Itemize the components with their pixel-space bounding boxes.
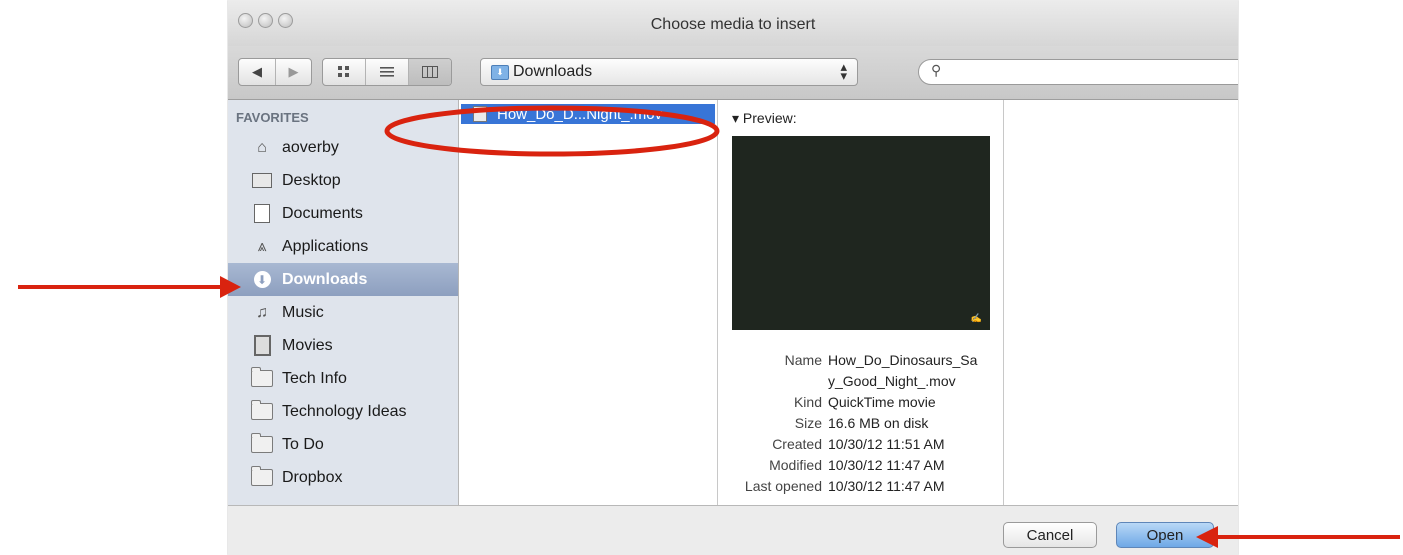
info-row-modified: Modified 10/30/12 11:47 AM bbox=[718, 455, 1003, 476]
updown-arrows-icon: ▴ ▾ bbox=[840, 59, 847, 83]
back-forward-control: ◀ ▶ bbox=[238, 58, 312, 86]
home-icon: ⌂ bbox=[257, 138, 267, 156]
forward-arrow-icon: ▶ bbox=[288, 64, 299, 79]
info-key: Name bbox=[784, 352, 822, 368]
sidebar-item-aoverby[interactable]: ⌂ aoverby bbox=[228, 131, 458, 164]
info-key: Last opened bbox=[744, 478, 822, 494]
sidebar-item-applications[interactable]: ⩓ Applications bbox=[228, 230, 458, 263]
sidebar-item-label: Music bbox=[282, 303, 324, 321]
view-mode-control bbox=[322, 58, 452, 86]
watermark-icon: ✍ bbox=[970, 313, 982, 323]
downloads-folder-icon: ⬇ bbox=[491, 65, 509, 80]
sidebar-item-label: Tech Info bbox=[282, 369, 347, 387]
sidebar-item-label: Documents bbox=[282, 204, 363, 222]
info-value: 10/30/12 11:51 AM bbox=[828, 436, 945, 452]
sidebar-item-to-do[interactable]: To Do bbox=[228, 428, 458, 461]
video-thumbnail: ✍ bbox=[732, 136, 990, 330]
cancel-button[interactable]: Cancel bbox=[1003, 522, 1097, 548]
info-row-name: Name How_Do_Dinosaurs_Sa y_Good_Night_.m… bbox=[718, 350, 1003, 392]
info-key: Created bbox=[772, 436, 822, 452]
button-bar: Cancel Open bbox=[228, 505, 1238, 555]
disclosure-triangle-icon: ▾ bbox=[732, 110, 740, 126]
file-info: Name How_Do_Dinosaurs_Sa y_Good_Night_.m… bbox=[718, 350, 1003, 497]
info-value: 10/30/12 11:47 AM bbox=[828, 457, 945, 473]
sidebar-item-label: aoverby bbox=[282, 138, 339, 156]
sidebar-item-label: Applications bbox=[282, 237, 369, 255]
info-value: How_Do_Dinosaurs_Sa y_Good_Night_.mov bbox=[828, 352, 978, 389]
icon-view-icon bbox=[338, 66, 349, 77]
preview-disclosure[interactable]: ▾ Preview: bbox=[732, 110, 797, 127]
search-field[interactable]: ⚲ bbox=[918, 59, 1238, 85]
info-key: Size bbox=[794, 415, 822, 431]
sidebar-item-label: Desktop bbox=[282, 171, 341, 189]
sidebar-item-music[interactable]: ♫ Music bbox=[228, 296, 458, 329]
folder-icon bbox=[250, 466, 274, 488]
preview-label: Preview: bbox=[742, 110, 797, 126]
sidebar-item-dropbox[interactable]: Dropbox bbox=[228, 461, 458, 494]
file-row[interactable]: How_Do_D...Night_.mov bbox=[461, 104, 715, 124]
sidebar-item-documents[interactable]: Documents bbox=[228, 197, 458, 230]
icon-view-button[interactable] bbox=[323, 59, 366, 85]
column-view-icon bbox=[422, 66, 438, 78]
info-row-kind: Kind QuickTime movie bbox=[718, 392, 1003, 413]
info-key: Kind bbox=[793, 394, 822, 410]
sidebar-item-downloads[interactable]: ⬇ Downloads bbox=[228, 263, 458, 296]
back-button[interactable]: ◀ bbox=[239, 59, 276, 85]
toolbar: ◀ ▶ ⬇ Downloads ▴ ▾ ⚲ bbox=[228, 46, 1238, 100]
info-value: 10/30/12 11:47 AM bbox=[828, 478, 945, 494]
info-value: QuickTime movie bbox=[828, 394, 936, 410]
movies-icon bbox=[250, 335, 274, 356]
folder-icon bbox=[250, 400, 274, 422]
downloads-icon: ⬇ bbox=[250, 270, 274, 290]
sidebar-item-label: Downloads bbox=[282, 270, 368, 288]
info-key: Modified bbox=[769, 457, 822, 473]
file-name: How_Do_D...Night_.mov bbox=[497, 105, 663, 123]
info-value: 16.6 MB on disk bbox=[828, 415, 929, 431]
info-row-last-opened: Last opened 10/30/12 11:47 AM bbox=[718, 476, 1003, 497]
sidebar-item-label: To Do bbox=[282, 435, 324, 453]
sidebar-item-tech-info[interactable]: Tech Info bbox=[228, 362, 458, 395]
folder-icon bbox=[250, 367, 274, 389]
sidebar-item-desktop[interactable]: Desktop bbox=[228, 164, 458, 197]
window-title: Choose media to insert bbox=[650, 16, 816, 33]
location-popup[interactable]: ⬇ Downloads ▴ ▾ bbox=[480, 58, 858, 86]
sidebar-item-label: Movies bbox=[282, 336, 333, 354]
file-chooser-dialog: Choose media to insert ◀ ▶ ⬇ Downloads ▴… bbox=[228, 0, 1238, 555]
sidebar: FAVORITES ⌂ aoverby Desktop Documents ⩓ … bbox=[228, 100, 459, 505]
list-view-icon bbox=[380, 67, 394, 77]
file-column: How_Do_D...Night_.mov bbox=[459, 100, 718, 505]
back-arrow-icon: ◀ bbox=[252, 64, 262, 79]
folder-icon bbox=[250, 433, 274, 455]
sidebar-item-technology-ideas[interactable]: Technology Ideas bbox=[228, 395, 458, 428]
preview-pane: ▾ Preview: ✍ Name How_Do_Dinosaurs_Sa y_… bbox=[718, 100, 1004, 505]
info-row-created: Created 10/30/12 11:51 AM bbox=[718, 434, 1003, 455]
sidebar-item-label: Dropbox bbox=[282, 468, 343, 486]
location-label: Downloads bbox=[513, 63, 593, 80]
column-view-button[interactable] bbox=[409, 59, 451, 85]
list-view-button[interactable] bbox=[366, 59, 409, 85]
search-icon: ⚲ bbox=[931, 62, 942, 78]
sidebar-item-label: Technology Ideas bbox=[282, 402, 407, 420]
open-button[interactable]: Open bbox=[1116, 522, 1214, 548]
applications-icon: ⩓ bbox=[257, 237, 267, 255]
forward-button[interactable]: ▶ bbox=[276, 59, 311, 85]
desktop-icon bbox=[250, 171, 274, 191]
favorites-header: FAVORITES bbox=[236, 110, 309, 125]
movie-file-icon bbox=[473, 106, 487, 122]
documents-icon bbox=[250, 204, 274, 224]
annotation-arrow-downloads bbox=[18, 276, 241, 298]
music-icon: ♫ bbox=[256, 303, 268, 321]
title-bar: Choose media to insert bbox=[228, 0, 1238, 46]
info-row-size: Size 16.6 MB on disk bbox=[718, 413, 1003, 434]
sidebar-item-movies[interactable]: Movies bbox=[228, 329, 458, 362]
empty-column bbox=[1004, 100, 1238, 505]
